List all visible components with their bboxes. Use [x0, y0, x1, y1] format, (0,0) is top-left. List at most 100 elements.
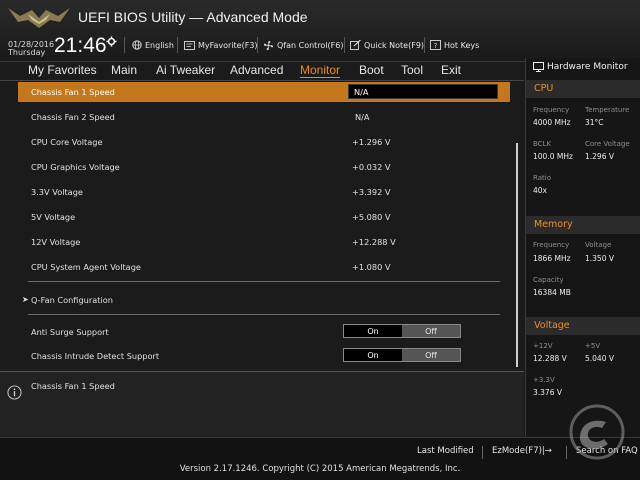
setting-label: CPU Graphics Voltage [31, 162, 120, 172]
tab-exit[interactable]: Exit [441, 63, 461, 77]
quick-note-button[interactable]: Quick Note(F9) [350, 38, 424, 52]
list-item-chassis-intrude-detect[interactable]: Chassis Intrude Detect Support On Off [18, 346, 510, 366]
chevron-right-icon: ➤ [22, 295, 29, 304]
header-separator [424, 37, 425, 53]
ezmode-button[interactable]: EzMode(F7)|→ [492, 446, 552, 456]
note-pencil-icon [350, 40, 361, 50]
list-item-chassis-fan-2[interactable]: Chassis Fan 2 Speed N/A [18, 107, 510, 127]
submenu-qfan-configuration[interactable]: ➤ Q-Fan Configuration [18, 290, 510, 310]
info-icon [7, 385, 22, 400]
list-item-chassis-fan-1[interactable]: Chassis Fan 1 Speed N/A [18, 82, 510, 102]
header-separator [177, 37, 178, 53]
header-separator [124, 37, 125, 53]
setting-value: +0.032 V [352, 162, 391, 172]
list-item-5v-voltage[interactable]: 5V Voltage +5.080 V [18, 207, 510, 227]
v33-value: 3.376 V [533, 388, 562, 397]
ratio-label: Ratio [533, 174, 551, 182]
svg-text:?: ? [434, 42, 438, 50]
list-item-cpu-graphics-voltage[interactable]: CPU Graphics Voltage +0.032 V [18, 157, 510, 177]
app-title: UEFI BIOS Utility — Advanced Mode [78, 9, 308, 25]
tab-main[interactable]: Main [111, 63, 137, 77]
setting-value: +5.080 V [352, 212, 391, 222]
tab-advanced[interactable]: Advanced [230, 63, 283, 77]
version-text: Version 2.17.1246. Copyright (C) 2015 Am… [179, 464, 461, 474]
bclk-label: BCLK [533, 140, 552, 148]
my-favorite-label: MyFavorite(F3) [198, 40, 258, 50]
hotkeys-label: Hot Keys [444, 40, 480, 50]
section-divider [28, 314, 500, 315]
header-separator [344, 37, 345, 53]
setting-value: +1.296 V [352, 137, 391, 147]
memory-capacity-label: Capacity [533, 276, 564, 284]
toggle-off-option[interactable]: Off [402, 325, 460, 337]
hotkeys-button[interactable]: ? Hot Keys [430, 38, 479, 52]
fan-icon [263, 40, 274, 50]
tab-boot[interactable]: Boot [359, 63, 384, 77]
qfan-label: Qfan Control(F6) [277, 40, 344, 50]
v12-value: 12.288 V [533, 354, 567, 363]
toggle-on-option[interactable]: On [344, 349, 402, 361]
cpu-temperature-label: Temperature [585, 106, 630, 114]
core-voltage-value: 1.296 V [585, 152, 614, 161]
list-item-12v-voltage[interactable]: 12V Voltage +12.288 V [18, 232, 510, 252]
section-divider [28, 281, 500, 282]
last-modified-button[interactable]: Last Modified [417, 446, 474, 456]
scrollbar[interactable] [516, 143, 518, 367]
cpu-section-title: CPU [534, 83, 554, 94]
setting-label: 12V Voltage [31, 237, 81, 247]
list-item-cpu-system-agent-voltage[interactable]: CPU System Agent Voltage +1.080 V [18, 257, 510, 277]
cpu-section-header: CPU [526, 80, 640, 98]
tab-tool[interactable]: Tool [401, 63, 423, 77]
anti-surge-toggle[interactable]: On Off [343, 324, 461, 338]
setting-value: N/A [355, 112, 370, 122]
bclk-value: 100.0 MHz [533, 152, 573, 161]
my-favorite-button[interactable]: MyFavorite(F3) [184, 38, 258, 52]
memory-frequency-value: 1866 MHz [533, 254, 571, 263]
language-button[interactable]: English [132, 38, 174, 52]
quick-note-label: Quick Note(F9) [364, 40, 425, 50]
setting-label: 5V Voltage [31, 212, 76, 222]
list-item-3v3-voltage[interactable]: 3.3V Voltage +3.392 V [18, 182, 510, 202]
memory-capacity-value: 16384 MB [533, 288, 571, 297]
memory-section-title: Memory [534, 219, 573, 230]
globe-icon [132, 40, 142, 50]
setting-value: +1.080 V [352, 262, 391, 272]
v5-value: 5.040 V [585, 354, 614, 363]
favorite-icon [184, 40, 195, 50]
ratio-value: 40x [533, 186, 547, 195]
tab-ai-tweaker[interactable]: Ai Tweaker [156, 63, 215, 77]
chassis-intrude-toggle[interactable]: On Off [343, 348, 461, 362]
voltage-section-header: Voltage [526, 317, 640, 335]
core-voltage-label: Core Voltage [585, 140, 630, 148]
hardware-monitor-label: Hardware Monitor [547, 62, 628, 72]
cpu-frequency-label: Frequency [533, 106, 570, 114]
cpu-temperature-value: 31°C [585, 118, 604, 127]
setting-value: +12.288 V [352, 237, 396, 247]
qfan-control-button[interactable]: Qfan Control(F6) [263, 38, 343, 52]
toggle-off-option[interactable]: Off [402, 349, 460, 361]
clock[interactable]: 21:46 [54, 34, 107, 58]
help-text: Chassis Fan 1 Speed [31, 381, 115, 391]
toggle-on-option[interactable]: On [344, 325, 402, 337]
tab-monitor[interactable]: Monitor [300, 63, 341, 78]
setting-label: Chassis Intrude Detect Support [31, 351, 160, 361]
list-item-cpu-core-voltage[interactable]: CPU Core Voltage +1.296 V [18, 132, 510, 152]
monitor-settings-list: Chassis Fan 1 Speed N/A Chassis Fan 2 Sp… [18, 81, 522, 371]
memory-voltage-label: Voltage [585, 241, 612, 249]
setting-value: +3.392 V [352, 187, 391, 197]
v12-label: +12V [533, 342, 553, 350]
day-text: Thursday [8, 48, 46, 57]
hardware-monitor-panel: Hardware Monitor CPU Frequency Temperatu… [525, 58, 640, 438]
help-panel: Chassis Fan 1 Speed [0, 371, 524, 437]
help-box-icon: ? [430, 40, 441, 50]
list-item-anti-surge-support[interactable]: Anti Surge Support On Off [18, 322, 510, 342]
footer-bar: Last Modified EzMode(F7)|→ Search on FAQ… [0, 437, 640, 480]
memory-frequency-label: Frequency [533, 241, 570, 249]
gear-icon[interactable] [106, 36, 117, 47]
v33-label: +3.3V [533, 376, 555, 384]
voltage-section-title: Voltage [534, 320, 570, 331]
tab-my-favorites[interactable]: My Favorites [28, 63, 97, 77]
v5-label: +5V [585, 342, 601, 350]
memory-section-header: Memory [526, 216, 640, 234]
setting-label: Chassis Fan 2 Speed [31, 112, 115, 122]
